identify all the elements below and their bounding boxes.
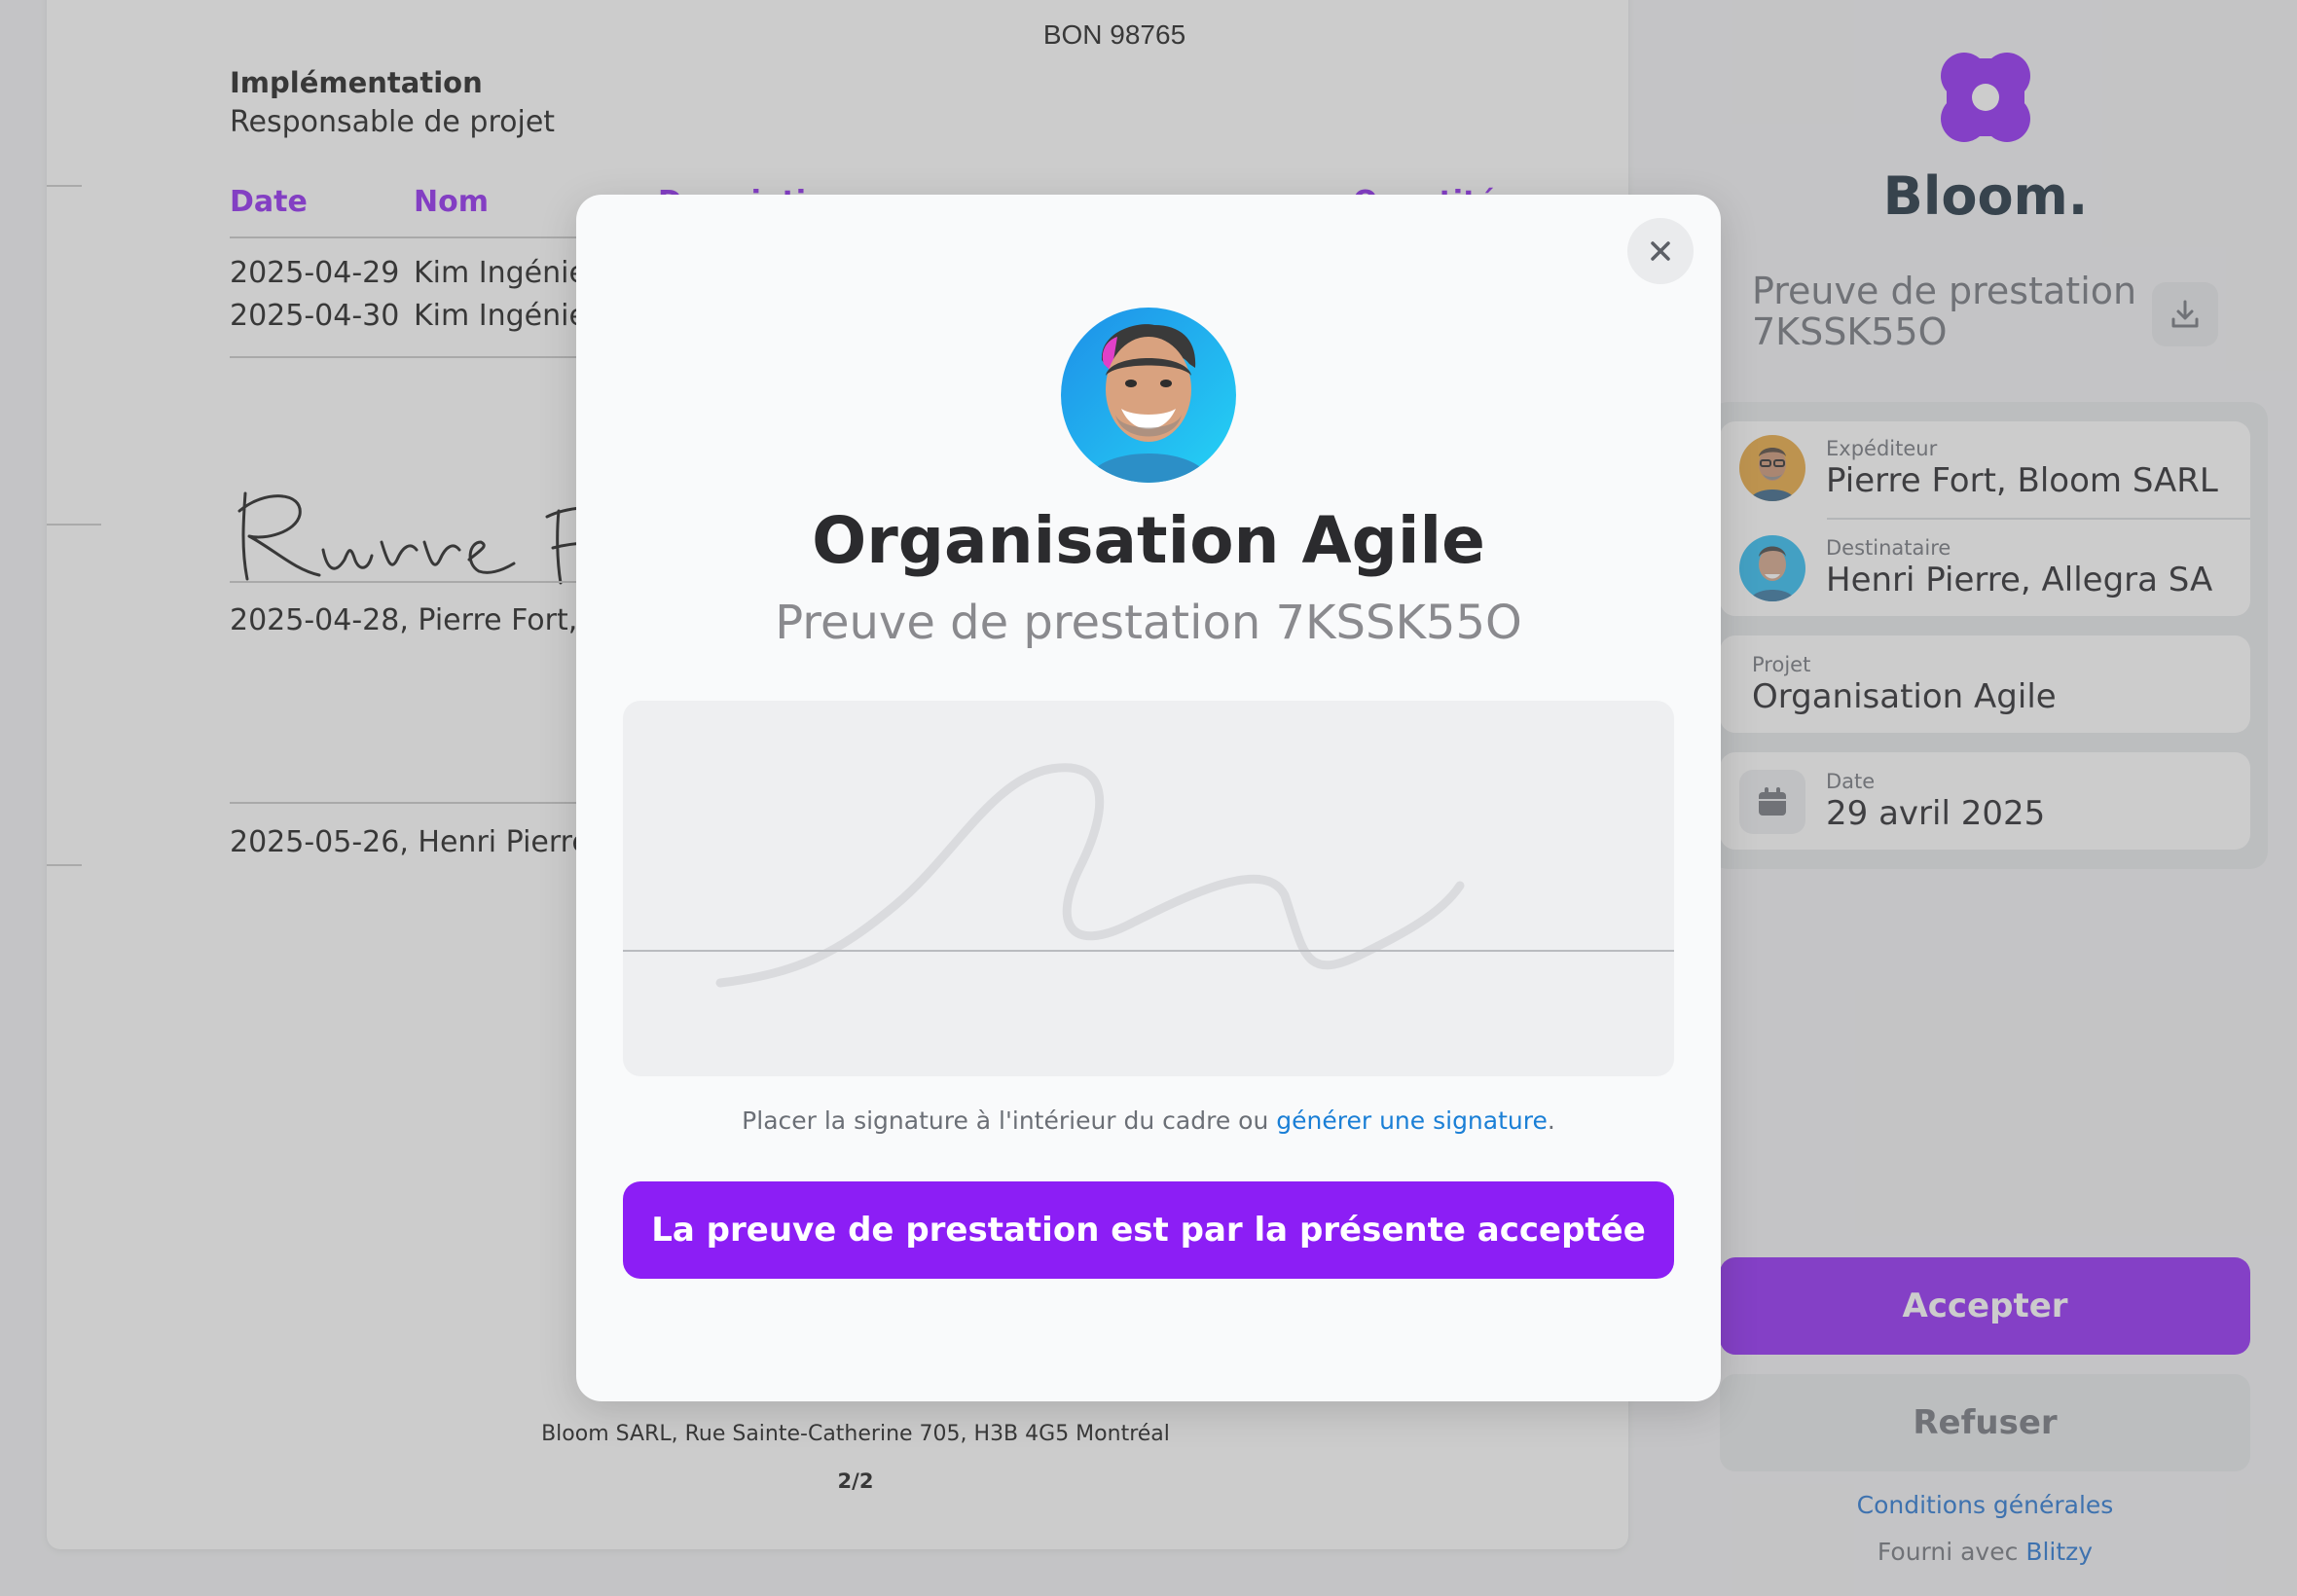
signature-hint: Placer la signature à l'intérieur du cad…: [576, 1106, 1721, 1135]
signature-hint-suffix: .: [1547, 1106, 1555, 1135]
recipient-avatar-large-image: [1061, 308, 1236, 483]
close-button[interactable]: [1627, 218, 1694, 284]
signature-baseline: [623, 950, 1674, 952]
modal-subtitle: Preuve de prestation 7KSSK55O: [775, 596, 1522, 650]
modal-title: Organisation Agile: [812, 503, 1485, 578]
confirm-acceptance-button[interactable]: La preuve de prestation est par la prése…: [623, 1181, 1674, 1279]
generate-signature-link[interactable]: générer une signature: [1276, 1106, 1548, 1135]
recipient-avatar-large: [1061, 308, 1236, 483]
signature-pad[interactable]: [623, 701, 1674, 1076]
signature-placeholder-stroke: [715, 763, 1465, 988]
close-icon: [1651, 241, 1670, 261]
signature-hint-text: Placer la signature à l'intérieur du cad…: [742, 1106, 1277, 1135]
